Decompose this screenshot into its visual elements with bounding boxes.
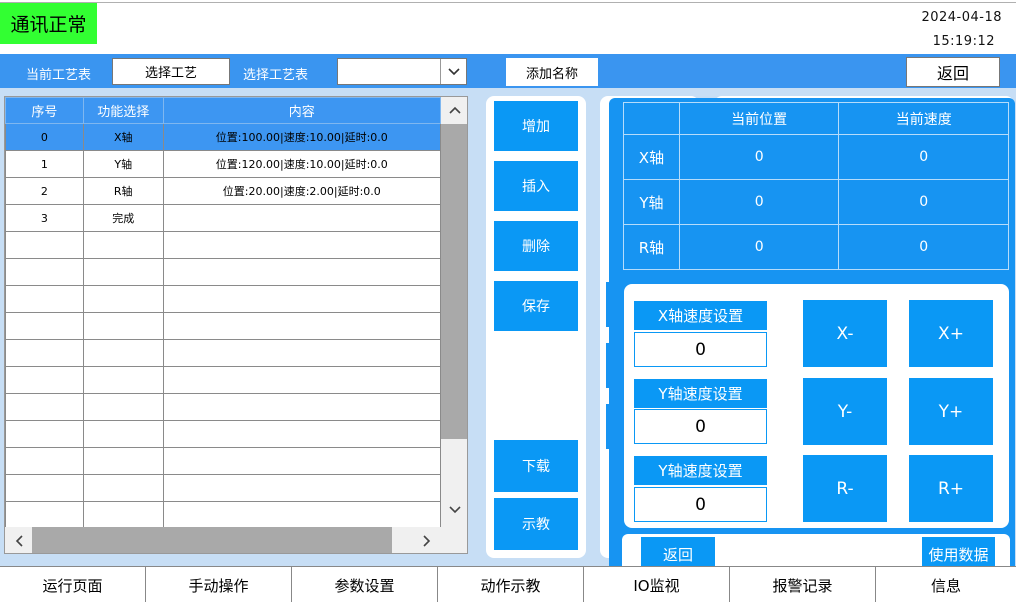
table-row-empty[interactable] xyxy=(5,393,442,421)
row-content: 位置:100.00|速度:10.00|延时:0.0 xyxy=(162,123,442,151)
row-content xyxy=(162,204,442,232)
r-speed-input[interactable]: 0 xyxy=(634,487,767,522)
table-row-empty[interactable] xyxy=(5,339,442,367)
nav-manual-operation[interactable]: 手动操作 xyxy=(146,567,292,602)
delete-button[interactable]: 删除 xyxy=(494,221,578,271)
table-row-empty[interactable] xyxy=(5,366,442,394)
nav-run-page[interactable]: 运行页面 xyxy=(0,567,146,602)
row-function: R轴 xyxy=(82,177,164,205)
x-speed-label: X轴速度设置 xyxy=(634,301,767,330)
position-row: X轴 0 0 xyxy=(623,134,1009,180)
position-value: 0 xyxy=(678,224,840,270)
position-value: 0 xyxy=(678,134,840,180)
header-divider xyxy=(0,2,1016,3)
header-current-position: 当前位置 xyxy=(678,102,840,135)
x-speed-input[interactable]: 0 xyxy=(634,332,767,367)
y-speed-input[interactable]: 0 xyxy=(634,409,767,444)
table-row-empty[interactable] xyxy=(5,420,442,448)
row-index: 1 xyxy=(5,150,84,178)
position-value: 0 xyxy=(678,179,840,225)
scroll-up-icon[interactable] xyxy=(441,97,467,123)
header-index: 序号 xyxy=(5,97,84,124)
table-row-empty[interactable] xyxy=(5,474,442,502)
r-minus-button[interactable]: R- xyxy=(803,455,887,522)
r-plus-button[interactable]: R+ xyxy=(909,455,993,522)
speed-value: 0 xyxy=(838,179,1009,225)
position-header-row: 当前位置 当前速度 xyxy=(623,102,1009,135)
table-row-empty[interactable] xyxy=(5,258,442,286)
row-function: X轴 xyxy=(82,123,164,151)
current-process-field[interactable]: 选择工艺 xyxy=(112,58,230,85)
download-button[interactable]: 下载 xyxy=(494,440,578,492)
row-function: Y轴 xyxy=(82,150,164,178)
chevron-down-icon[interactable] xyxy=(440,59,466,84)
header-content: 内容 xyxy=(162,97,442,124)
process-table-container: 序号 功能选择 内容 0 X轴 位置:100.00|速度:10.00|延时:0.… xyxy=(4,96,468,554)
nav-alarm-record[interactable]: 报警记录 xyxy=(730,567,876,602)
process-table: 序号 功能选择 内容 0 X轴 位置:100.00|速度:10.00|延时:0.… xyxy=(5,97,442,529)
return-button[interactable]: 返回 xyxy=(906,57,1000,87)
y-plus-button[interactable]: Y+ xyxy=(909,378,993,445)
x-plus-button[interactable]: X+ xyxy=(909,300,993,367)
row-content: 位置:120.00|速度:10.00|延时:0.0 xyxy=(162,150,442,178)
bottom-nav: 运行页面 手动操作 参数设置 动作示教 IO监视 报警记录 信息 xyxy=(0,566,1016,602)
r-speed-label: Y轴速度设置 xyxy=(634,456,767,485)
scroll-left-icon[interactable] xyxy=(5,527,32,553)
header-current-speed: 当前速度 xyxy=(838,102,1009,135)
axis-label: R轴 xyxy=(623,224,680,270)
header-function: 功能选择 xyxy=(82,97,164,124)
row-content: 位置:20.00|速度:2.00|延时:0.0 xyxy=(162,177,442,205)
axis-label: Y轴 xyxy=(623,179,680,225)
horizontal-scrollbar[interactable] xyxy=(5,527,467,553)
speed-value: 0 xyxy=(838,134,1009,180)
time-display: 15:19:12 xyxy=(932,34,995,49)
select-process-label: 选择工艺表 xyxy=(243,68,309,83)
horizontal-scroll-thumb[interactable] xyxy=(32,527,392,553)
current-process-label: 当前工艺表 xyxy=(26,68,92,83)
row-index: 3 xyxy=(5,204,84,232)
row-index: 0 xyxy=(5,123,84,151)
scroll-right-icon[interactable] xyxy=(413,527,440,553)
table-row-empty[interactable] xyxy=(5,285,442,313)
insert-button[interactable]: 插入 xyxy=(494,161,578,211)
nav-io-monitor[interactable]: IO监视 xyxy=(584,567,730,602)
scroll-down-icon[interactable] xyxy=(441,497,467,523)
table-row[interactable]: 1 Y轴 位置:120.00|速度:10.00|延时:0.0 xyxy=(5,150,442,178)
table-header-row: 序号 功能选择 内容 xyxy=(5,97,442,124)
row-index: 2 xyxy=(5,177,84,205)
table-row[interactable]: 3 完成 xyxy=(5,204,442,232)
vertical-scrollbar[interactable] xyxy=(441,97,467,527)
process-select-dropdown[interactable] xyxy=(337,58,467,85)
communication-status: 通讯正常 xyxy=(0,3,97,44)
nav-action-teach[interactable]: 动作示教 xyxy=(438,567,584,602)
speed-value: 0 xyxy=(838,224,1009,270)
save-button[interactable]: 保存 xyxy=(494,281,578,331)
date-display: 2024-04-18 xyxy=(921,10,1002,25)
table-row-empty[interactable] xyxy=(5,501,442,529)
app-window: 通讯正常 2024-04-18 15:19:12 当前工艺表 选择工艺 选择工艺… xyxy=(0,0,1016,602)
add-button[interactable]: 增加 xyxy=(494,101,578,151)
axis-label: X轴 xyxy=(623,134,680,180)
teach-button[interactable]: 示教 xyxy=(494,498,578,550)
table-row-empty[interactable] xyxy=(5,312,442,340)
vertical-scroll-thumb[interactable] xyxy=(441,124,467,439)
row-function: 完成 xyxy=(82,204,164,232)
y-minus-button[interactable]: Y- xyxy=(803,378,887,445)
position-row: Y轴 0 0 xyxy=(623,179,1009,225)
position-table: 当前位置 当前速度 X轴 0 0 Y轴 0 0 R轴 0 0 xyxy=(623,102,1009,270)
table-row[interactable]: 2 R轴 位置:20.00|速度:2.00|延时:0.0 xyxy=(5,177,442,205)
table-row-empty[interactable] xyxy=(5,447,442,475)
add-name-button[interactable]: 添加名称 xyxy=(506,58,598,86)
position-row: R轴 0 0 xyxy=(623,224,1009,270)
x-minus-button[interactable]: X- xyxy=(803,300,887,367)
nav-parameter-settings[interactable]: 参数设置 xyxy=(292,567,438,602)
table-row-empty[interactable] xyxy=(5,231,442,259)
nav-info[interactable]: 信息 xyxy=(876,567,1016,602)
table-row[interactable]: 0 X轴 位置:100.00|速度:10.00|延时:0.0 xyxy=(5,123,442,151)
y-speed-label: Y轴速度设置 xyxy=(634,379,767,408)
